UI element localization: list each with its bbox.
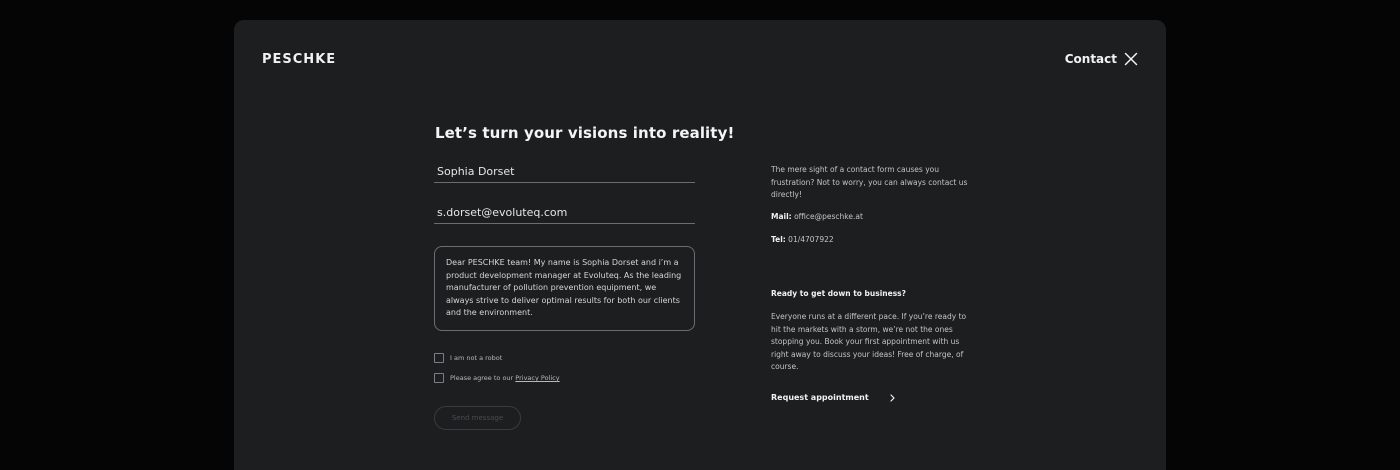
mail-line: Mail: office@peschke.at (771, 211, 971, 224)
contact-header: Contact (1065, 52, 1138, 66)
tel-line: Tel: 01/4707922 (771, 234, 971, 247)
contact-title: Contact (1064, 52, 1117, 66)
tel-number[interactable]: 01/4707922 (788, 235, 833, 244)
chevron-right-icon (890, 393, 895, 402)
request-appointment-label: Request appointment (771, 393, 869, 402)
privacy-checkbox[interactable] (434, 373, 444, 383)
privacy-prefix: Please agree to our (450, 374, 516, 382)
robot-check-row: I am not a robot (434, 353, 502, 363)
privacy-policy-link[interactable]: Privacy Policy (515, 374, 559, 382)
privacy-check-row: Please agree to our Privacy Policy (434, 373, 560, 383)
tel-label: Tel: (771, 235, 786, 244)
message-field[interactable]: Dear PESCHKE team! My name is Sophia Dor… (434, 246, 695, 331)
business-heading: Ready to get down to business? (771, 289, 906, 298)
logo[interactable]: PESCHKE (262, 52, 336, 67)
email-field[interactable] (434, 204, 695, 224)
robot-label: I am not a robot (450, 354, 503, 362)
form-headline: Let’s turn your visions into reality! (435, 124, 735, 142)
close-icon[interactable] (1124, 52, 1138, 66)
mail-label: Mail: (771, 212, 792, 221)
request-appointment-link[interactable]: Request appointment (771, 393, 896, 402)
contact-panel: PESCHKE Contact Let’s turn your visions … (234, 20, 1166, 470)
robot-checkbox[interactable] (434, 353, 444, 363)
mail-address[interactable]: office@peschke.at (794, 212, 863, 221)
send-message-button[interactable]: Send message (434, 406, 521, 430)
name-field[interactable] (434, 163, 695, 183)
contact-intro: The mere sight of a contact form causes … (771, 165, 968, 200)
business-body: Everyone runs at a different pace. If yo… (771, 312, 967, 372)
privacy-label: Please agree to our Privacy Policy (450, 374, 560, 382)
